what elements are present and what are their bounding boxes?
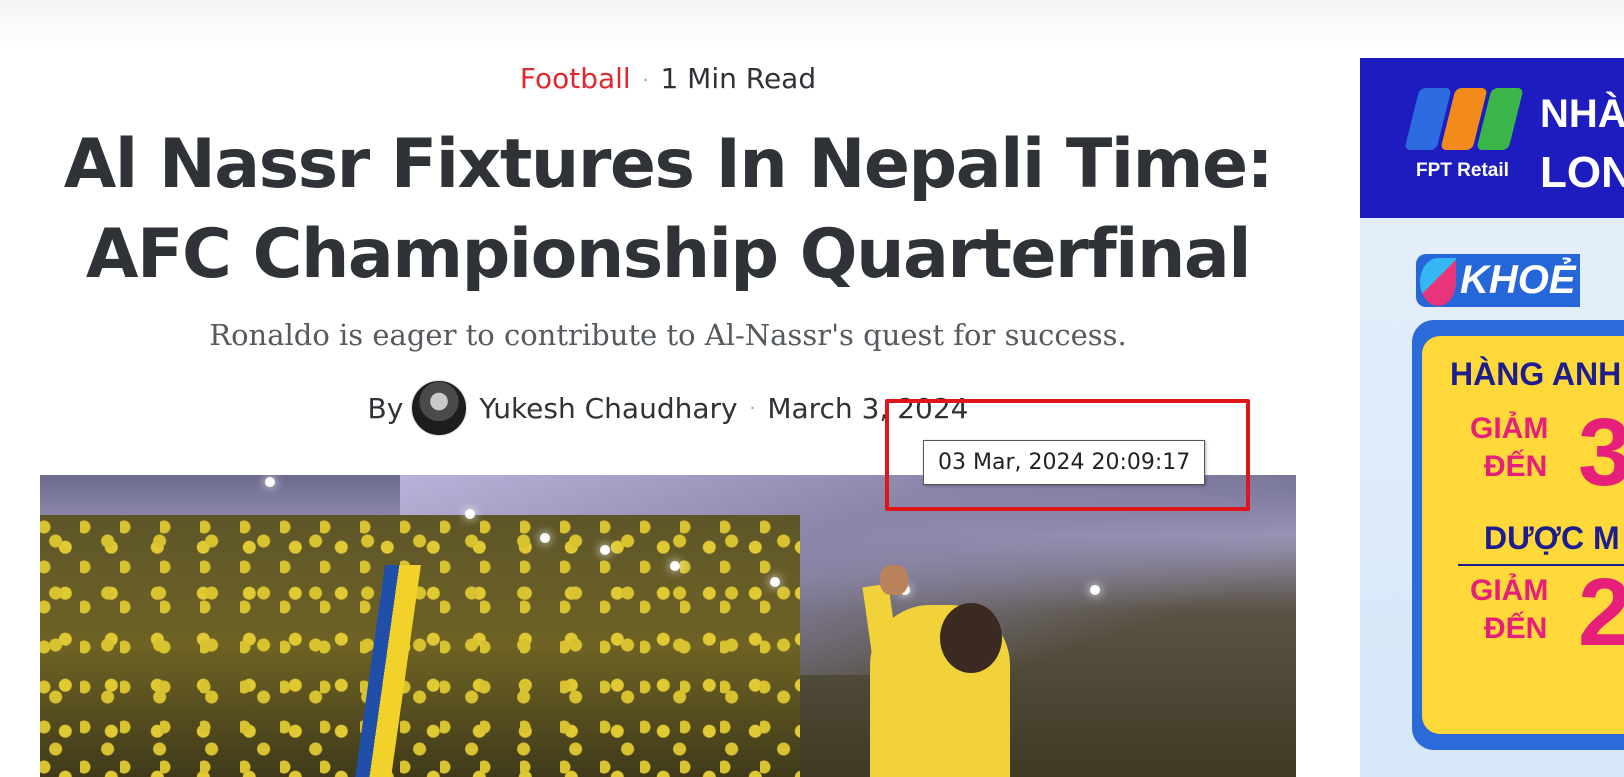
author-avatar[interactable] [411, 380, 468, 436]
sidebar-ad[interactable]: FPT Retail NHÀ LON KHOẺ HÀNG ANH GIẢM ĐẾ… [1360, 58, 1624, 777]
stadium-light [540, 533, 550, 543]
byline-separator: · [749, 397, 756, 419]
stadium-light [465, 509, 475, 519]
player-head [940, 603, 1002, 673]
ad-den-2: ĐẾN [1484, 612, 1548, 645]
site-header-bar [0, 0, 1624, 46]
article-meta: Football · 1 Min Read [0, 62, 1336, 95]
meta-separator: · [642, 69, 649, 91]
fpt-logo-icon [1404, 88, 1524, 154]
ad-brand: FPT Retail [1416, 160, 1509, 181]
read-time: 1 Min Read [660, 62, 817, 95]
stadium-light [770, 577, 780, 587]
stadium-light [1090, 585, 1100, 595]
author-link[interactable]: Yukesh Chaudhary [479, 392, 737, 425]
byline: By Yukesh Chaudhary · March 3, 2024 [0, 380, 1336, 436]
stadium-light [600, 545, 610, 555]
stadium-light [265, 477, 275, 487]
ad-line-1: HÀNG ANH [1450, 356, 1622, 392]
crowd [40, 515, 800, 777]
ad-headline-1: NHÀ [1540, 92, 1624, 136]
swirl-icon [1420, 258, 1456, 306]
ad-number-2: 2 [1578, 559, 1624, 666]
ad-number-1: 3 [1578, 399, 1624, 506]
stadium-light [670, 561, 680, 571]
ad-headline-2: LON [1540, 148, 1624, 197]
article-title: Al Nassr Fixtures In Nepali Time: AFC Ch… [63, 125, 1274, 294]
player-fist [880, 565, 908, 595]
publish-date[interactable]: March 3, 2024 [767, 392, 968, 425]
ad-giam-1: GIẢM [1470, 412, 1549, 445]
category-link[interactable]: Football [520, 62, 631, 95]
article-subtitle: Ronaldo is eager to contribute to Al-Nas… [209, 318, 1127, 352]
hero-image [40, 475, 1296, 777]
byline-prefix: By [367, 391, 404, 425]
ad-giam-2: GIẢM [1470, 574, 1549, 607]
date-tooltip: 03 Mar, 2024 20:09:17 [923, 440, 1206, 485]
ad-den-1: ĐẾN [1484, 450, 1548, 483]
ad-line-2: DƯỢC M [1484, 520, 1620, 556]
